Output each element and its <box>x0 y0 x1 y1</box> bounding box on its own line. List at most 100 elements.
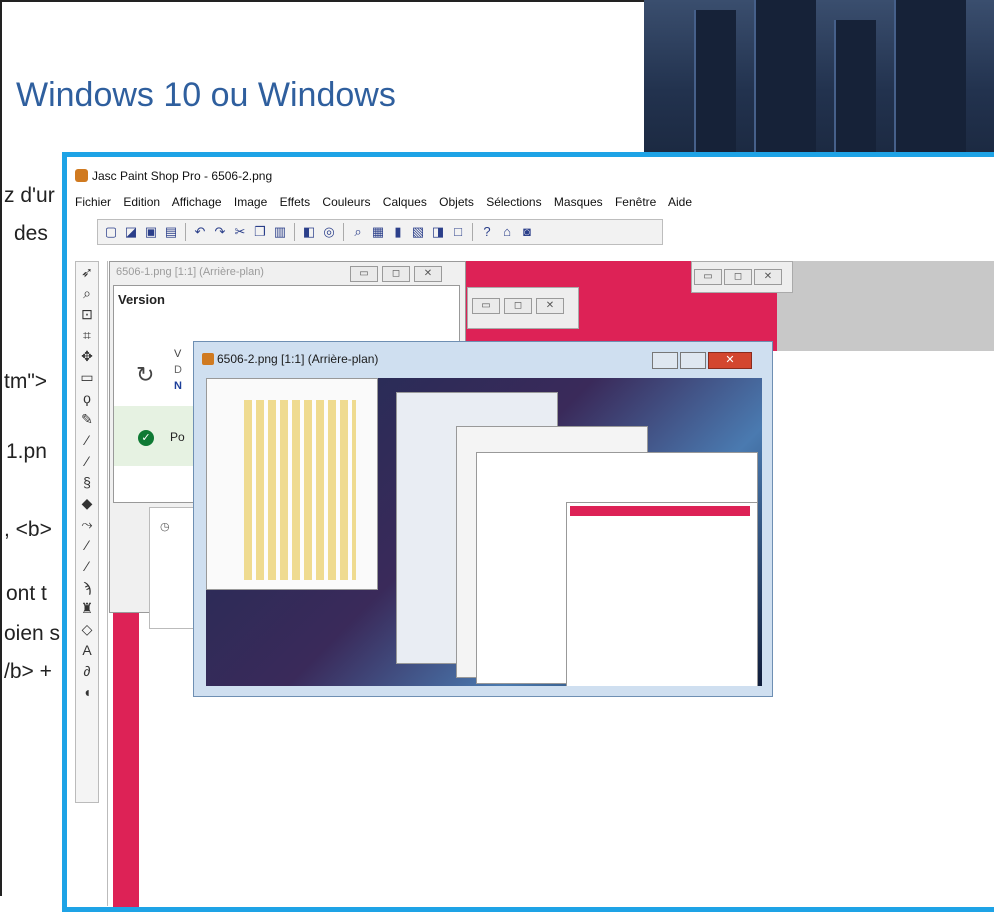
menu-fichier[interactable]: Fichier <box>75 195 111 209</box>
maximize-button[interactable]: ◻ <box>382 266 410 282</box>
redo-icon[interactable]: ↷ <box>211 223 229 241</box>
minimize-button[interactable] <box>652 352 678 369</box>
background-image-window[interactable]: ▭ ◻ ✕ <box>691 261 793 293</box>
minimize-button[interactable]: ▭ <box>694 269 722 285</box>
eyedropper-icon[interactable]: ✎ <box>76 409 98 430</box>
paste-icon[interactable]: ▥ <box>271 223 289 241</box>
doc-fragment: 1.pn <box>6 440 47 463</box>
selection-tool-icon[interactable]: ▭ <box>76 367 98 388</box>
arrow-tool-icon[interactable]: ➶ <box>76 262 98 283</box>
doc-fragment: des <box>14 222 48 245</box>
psp-app-icon <box>75 169 88 182</box>
menu-masques[interactable]: Masques <box>554 195 603 209</box>
undo-icon[interactable]: ↶ <box>191 223 209 241</box>
capture-icon[interactable]: ◎ <box>320 223 338 241</box>
open-icon[interactable]: ◪ <box>122 223 140 241</box>
check-icon: ✓ <box>138 430 154 446</box>
menu-edition[interactable]: Edition <box>123 195 160 209</box>
document-heading: Windows 10 ou Windows <box>16 76 396 114</box>
deform-tool-icon[interactable]: ⊡ <box>76 304 98 325</box>
close-button[interactable]: ✕ <box>414 266 442 282</box>
version-link[interactable]: N <box>174 380 182 392</box>
clone-brush-icon[interactable]: ⁄ <box>76 451 98 472</box>
refresh-icon: ↻ <box>136 362 155 387</box>
move-tool-icon[interactable]: ✥ <box>76 346 98 367</box>
pink-header <box>570 506 750 516</box>
color-replacer-icon[interactable]: § <box>76 472 98 493</box>
close-button[interactable]: ✕ <box>754 269 782 285</box>
picture-tube-icon[interactable]: ⁄ <box>76 556 98 577</box>
window-icon[interactable]: □ <box>449 223 467 241</box>
close-button[interactable]: ✕ <box>708 352 752 369</box>
status-text: Po <box>170 430 185 444</box>
embedded-screenshot <box>566 502 758 686</box>
doc-fragment: , <b> <box>4 518 52 541</box>
psp-window[interactable]: Jasc Paint Shop Pro - 6506-2.png Fichier… <box>62 152 994 912</box>
image-canvas[interactable] <box>206 378 762 686</box>
new-icon[interactable]: ▢ <box>102 223 120 241</box>
zoom-tool-icon[interactable]: ⌕ <box>76 283 98 304</box>
doc-fragment: /b> + <box>4 660 52 683</box>
doc-fragment: tm"> <box>4 370 48 393</box>
city-photo <box>644 0 994 152</box>
histogram-icon[interactable]: ▦ <box>369 223 387 241</box>
psp-title-text: Jasc Paint Shop Pro - 6506-2.png <box>92 169 273 183</box>
toolbar-separator <box>472 223 473 241</box>
menu-calques[interactable]: Calques <box>383 195 427 209</box>
retouch-icon[interactable]: ◆ <box>76 493 98 514</box>
menu-selections[interactable]: Sélections <box>486 195 541 209</box>
maximize-button[interactable]: ◻ <box>504 298 532 314</box>
menu-fenetre[interactable]: Fenêtre <box>615 195 656 209</box>
version-title: Version <box>118 292 165 307</box>
psp-app-icon <box>202 353 214 365</box>
menu-affichage[interactable]: Affichage <box>172 195 222 209</box>
image-window-6506-2[interactable]: 6506-2.png [1:1] (Arrière-plan) ✕ <box>193 341 773 697</box>
psp-title-bar: Jasc Paint Shop Pro - 6506-2.png <box>75 169 272 183</box>
colors-icon[interactable]: ▮ <box>389 223 407 241</box>
win1-title: 6506-1.png [1:1] (Arrière-plan) <box>116 266 264 278</box>
tool-palette: ➶ ⌕ ⊡ ⌗ ✥ ▭ ϙ ✎ ⁄ ⁄ § ◆ ⤳ ⁄ ⁄ ϡ ♜ ◇ A ∂ … <box>75 261 99 803</box>
workspace-gray-band <box>777 261 994 351</box>
browse-icon[interactable]: ◧ <box>300 223 318 241</box>
crop-tool-icon[interactable]: ⌗ <box>76 325 98 346</box>
clock-icon: ◷ <box>160 521 170 533</box>
menu-image[interactable]: Image <box>234 195 267 209</box>
minimize-button[interactable]: ▭ <box>472 298 500 314</box>
vector-tool-icon[interactable]: ∂ <box>76 661 98 682</box>
menu-objets[interactable]: Objets <box>439 195 474 209</box>
main-toolbar: ▢ ◪ ▣ ▤ ↶ ↷ ✂ ❐ ▥ ◧ ◎ ⌕ ▦ ▮ ▧ ◨ □ ? ⌂ ◙ <box>97 219 663 245</box>
toolbar-separator <box>294 223 295 241</box>
toolbar-separator <box>343 223 344 241</box>
cut-icon[interactable]: ✂ <box>231 223 249 241</box>
win-img-title: 6506-2.png [1:1] (Arrière-plan) <box>202 352 378 366</box>
lock-icon[interactable]: ⌂ <box>498 223 516 241</box>
help-icon[interactable]: ? <box>478 223 496 241</box>
flood-fill-icon[interactable]: ♜ <box>76 598 98 619</box>
doc-fragment: ont t <box>6 582 47 605</box>
copy-icon[interactable]: ❐ <box>251 223 269 241</box>
paintbrush-icon[interactable]: ⁄ <box>76 430 98 451</box>
camera-icon[interactable]: ◙ <box>518 223 536 241</box>
scratch-remover-icon[interactable]: ⤳ <box>76 514 98 535</box>
airbrush-icon[interactable]: ϡ <box>76 577 98 598</box>
maximize-button[interactable]: ◻ <box>724 269 752 285</box>
eraser-icon[interactable]: ⁄ <box>76 535 98 556</box>
draw-tool-icon[interactable]: ◇ <box>76 619 98 640</box>
layers-icon[interactable]: ▧ <box>409 223 427 241</box>
text-tool-icon[interactable]: A <box>76 640 98 661</box>
version-text: D <box>174 364 182 376</box>
minimize-button[interactable]: ▭ <box>350 266 378 282</box>
background-image-window[interactable]: ▭ ◻ ✕ <box>467 287 579 329</box>
maximize-button[interactable] <box>680 352 706 369</box>
save-icon[interactable]: ▣ <box>142 223 160 241</box>
zoom-icon[interactable]: ⌕ <box>349 223 367 241</box>
win-img-title-text: 6506-2.png [1:1] (Arrière-plan) <box>217 352 379 366</box>
menu-couleurs[interactable]: Couleurs <box>322 195 370 209</box>
menu-effets[interactable]: Effets <box>280 195 310 209</box>
close-button[interactable]: ✕ <box>536 298 564 314</box>
preset-shapes-icon[interactable]: ◖ <box>76 682 98 703</box>
overview-icon[interactable]: ◨ <box>429 223 447 241</box>
freehand-selection-icon[interactable]: ϙ <box>76 388 98 409</box>
print-icon[interactable]: ▤ <box>162 223 180 241</box>
menu-aide[interactable]: Aide <box>668 195 692 209</box>
